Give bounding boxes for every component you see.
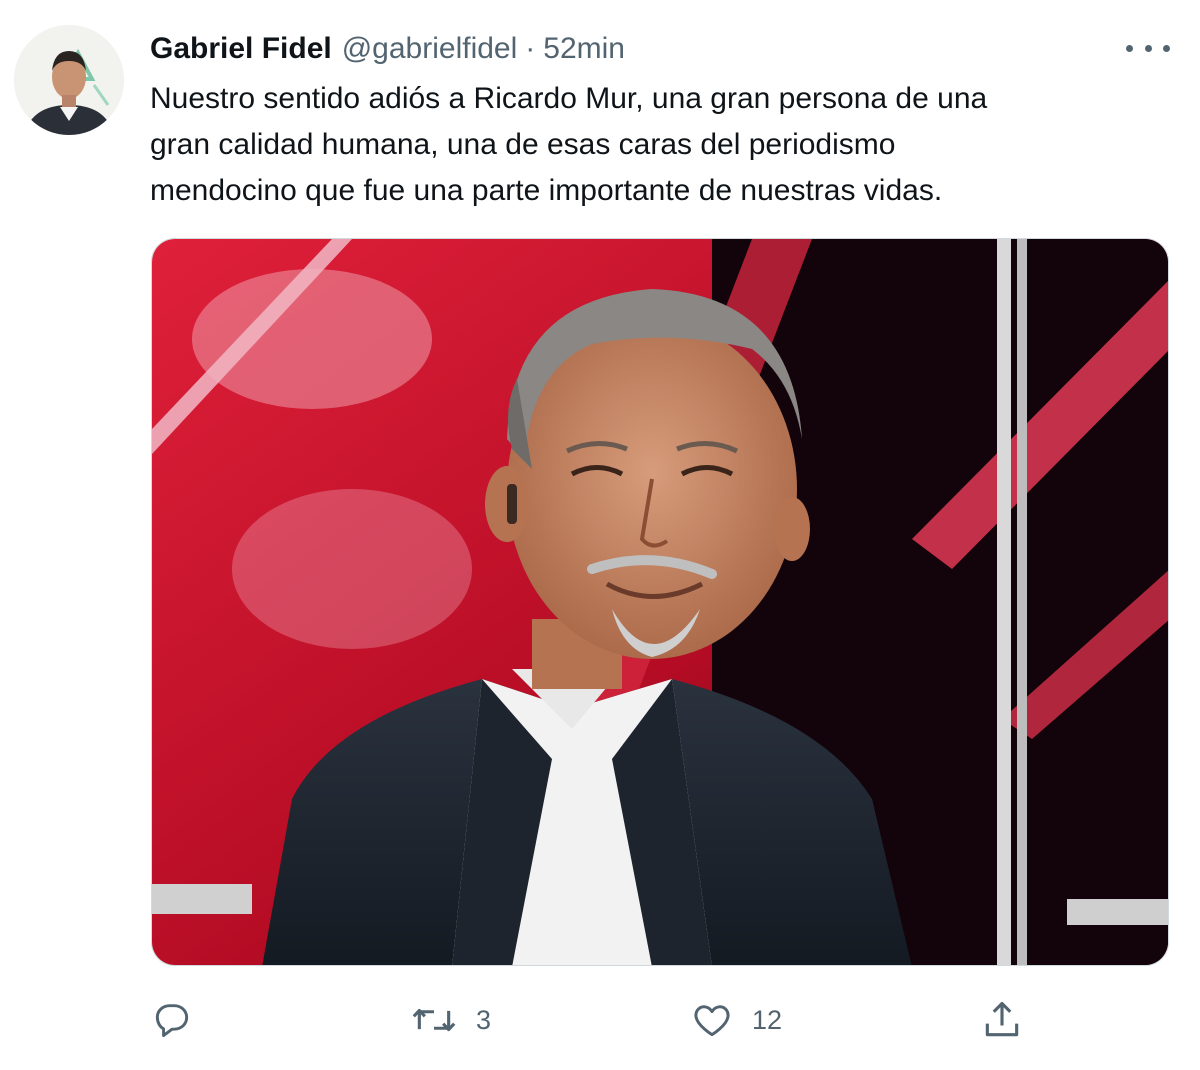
author-handle[interactable]: @gabrielfidel	[342, 32, 518, 66]
retweet-count: 3	[476, 1004, 492, 1035]
avatar-image	[14, 25, 124, 135]
tweet-card[interactable]: Gabriel Fidel @gabrielfidel · 52min Nues…	[0, 0, 1200, 1070]
retweet-icon	[412, 1008, 456, 1032]
more-dot-icon	[1144, 44, 1152, 52]
tweet-header: Gabriel Fidel @gabrielfidel · 52min	[150, 29, 625, 69]
header-separator: ·	[525, 32, 536, 65]
photo-image	[152, 239, 1168, 965]
like-count: 12	[752, 1004, 783, 1035]
tweet-media-photo[interactable]	[151, 238, 1169, 966]
reply-icon	[155, 1004, 189, 1038]
like-button[interactable]: 12	[690, 995, 782, 1045]
more-options-button[interactable]	[1126, 30, 1170, 66]
tweet-actions: 3 12	[150, 995, 1190, 1045]
reply-button[interactable]	[150, 995, 212, 1045]
more-dot-icon	[1126, 44, 1133, 52]
tweet-timestamp[interactable]: 52min	[543, 32, 625, 66]
heart-icon	[694, 1005, 730, 1037]
share-button[interactable]	[980, 995, 1024, 1045]
more-dot-icon	[1163, 44, 1170, 52]
author-avatar[interactable]	[14, 25, 124, 135]
share-icon	[985, 1001, 1019, 1037]
author-display-name[interactable]: Gabriel Fidel	[150, 32, 332, 66]
tweet-text: Nuestro sentido adiós a Ricardo Mur, una…	[150, 82, 988, 207]
retweet-button[interactable]: 3	[410, 995, 491, 1045]
